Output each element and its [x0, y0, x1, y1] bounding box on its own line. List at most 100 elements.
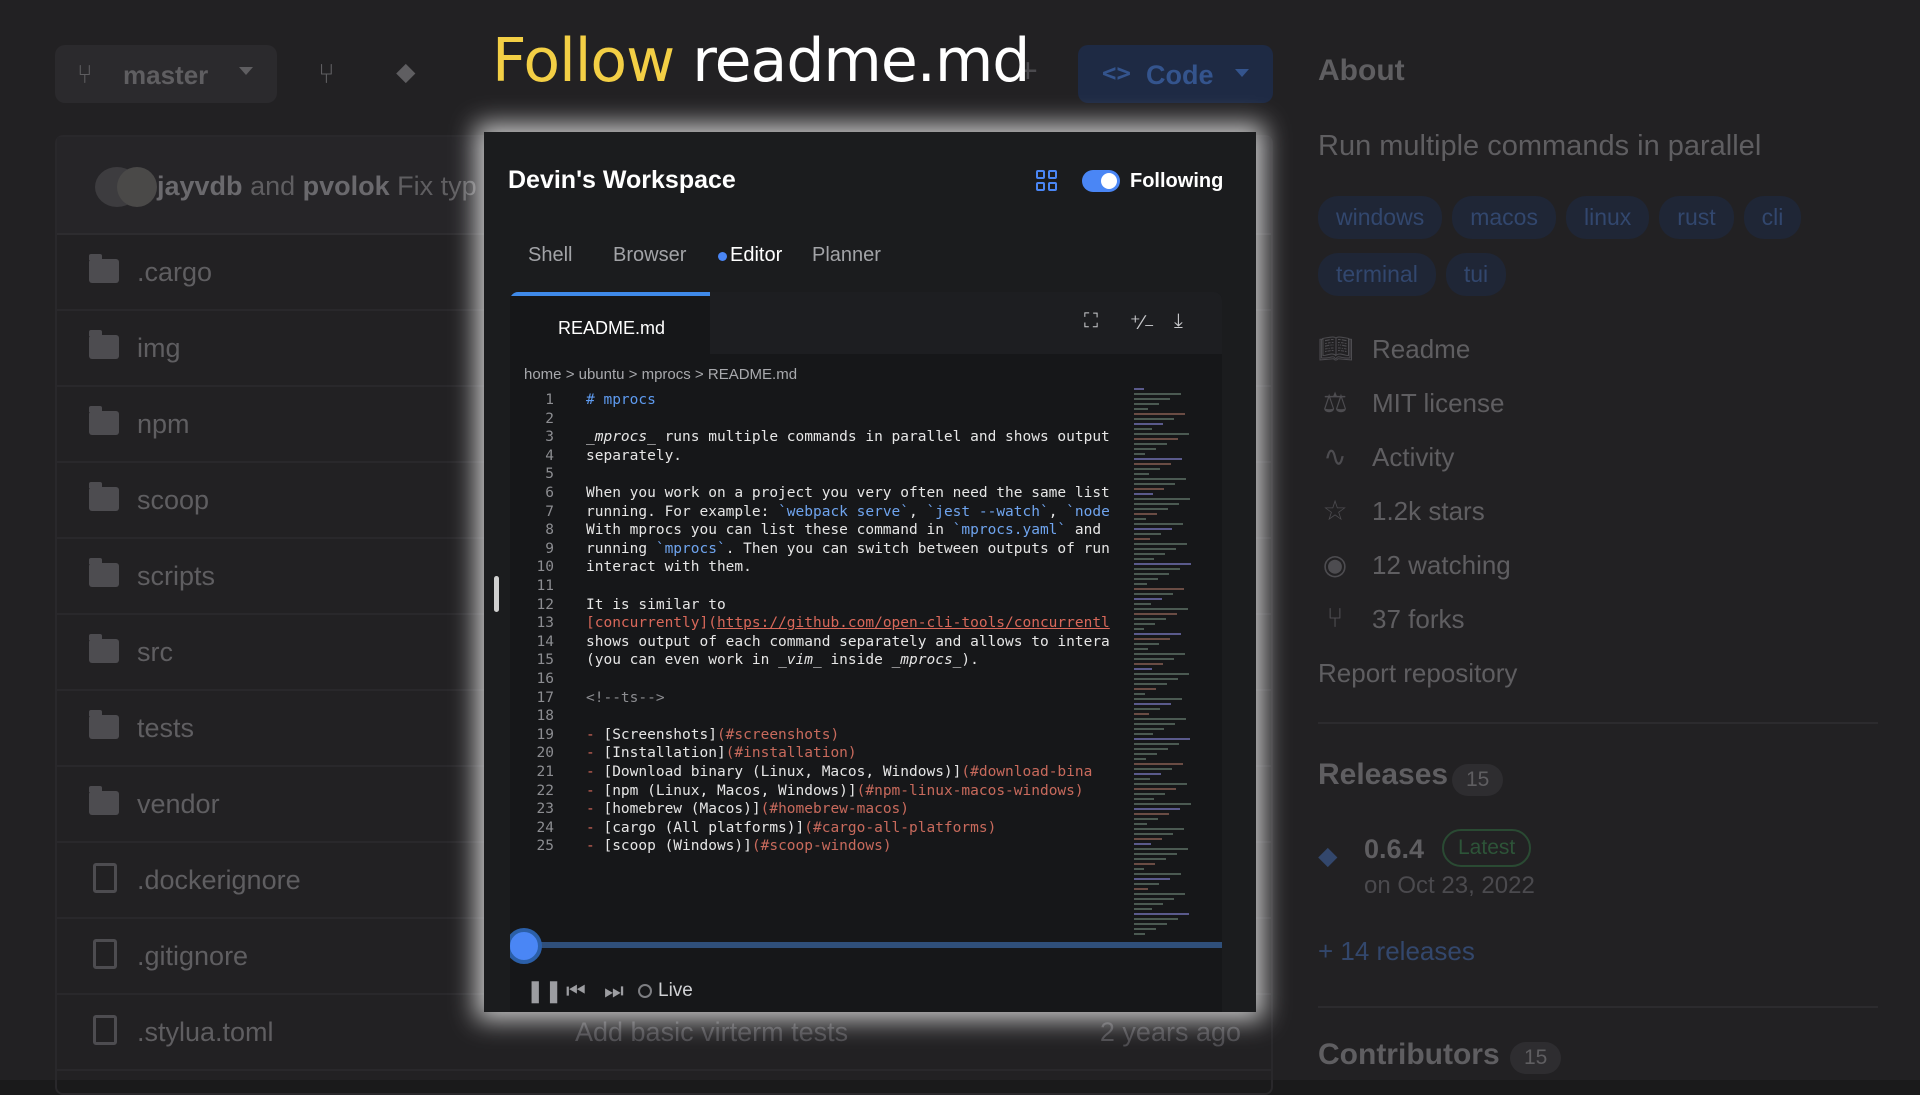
line-number: 11 [536, 578, 554, 594]
playback-timeline[interactable] [510, 942, 1222, 948]
tag-icon[interactable]: ⬥ [396, 56, 416, 89]
tab-shell[interactable]: Shell [528, 244, 572, 267]
minimap-line [1134, 838, 1162, 840]
timeline-handle[interactable] [510, 928, 542, 964]
skip-forward-icon[interactable]: ⏭︎ [604, 978, 624, 1004]
file-name[interactable]: scripts [137, 561, 215, 592]
minimap[interactable] [1134, 388, 1194, 948]
download-icon[interactable]: ⤓ [1174, 310, 1183, 333]
minimap-line [1134, 518, 1146, 520]
branches-icon[interactable]: ⑂ [318, 58, 335, 90]
file-icon [93, 863, 117, 893]
line-number: 25 [536, 838, 554, 855]
minimap-line [1134, 893, 1185, 895]
minimap-line [1134, 873, 1181, 875]
skip-back-icon[interactable]: ⏮︎ [566, 978, 586, 1004]
topic-tag[interactable]: tui [1445, 253, 1507, 296]
minimap-line [1134, 703, 1171, 705]
file-name[interactable]: .gitignore [137, 941, 248, 972]
tab-editor[interactable]: Editor [730, 244, 782, 267]
file-name[interactable]: .cargo [137, 257, 212, 288]
minimap-line [1134, 588, 1184, 590]
line-number: 17 [536, 689, 554, 706]
commit-message[interactable]: Fix typ [397, 171, 477, 201]
topic-tag[interactable]: rust [1659, 196, 1734, 239]
topic-tag[interactable]: macos [1452, 196, 1556, 239]
minimap-line [1134, 738, 1190, 740]
minimap-line [1134, 583, 1147, 585]
following-toggle[interactable] [1082, 170, 1120, 192]
line-number: 12 [536, 596, 554, 613]
editor-tab-bar: README.md ⛶ ⁺∕₋ ⤓ [510, 292, 1222, 354]
minimap-line [1134, 678, 1178, 680]
file-name[interactable]: img [137, 333, 181, 364]
diff-icon[interactable]: ⁺∕₋ [1130, 310, 1154, 335]
minimap-line [1134, 778, 1150, 780]
commit-author[interactable]: pvolok [303, 171, 390, 201]
file-icon [93, 1015, 117, 1045]
report-repository-link[interactable]: Report repository [1318, 658, 1517, 689]
topic-tag[interactable]: cli [1743, 196, 1802, 239]
minimap-line [1134, 523, 1183, 525]
line-content: With mprocs you can list these command i… [586, 522, 1102, 539]
line-number: 4 [545, 447, 554, 464]
tab-planner[interactable]: Planner [812, 244, 881, 267]
file-name[interactable]: .stylua.toml [137, 1017, 274, 1048]
fork-icon: ⑂ [1326, 602, 1344, 633]
line-number: 16 [536, 671, 554, 687]
file-name[interactable]: npm [137, 409, 190, 440]
release-version[interactable]: 0.6.4 [1364, 834, 1424, 865]
resize-handle[interactable] [494, 576, 499, 612]
line-content: # mprocs [586, 392, 656, 408]
topic-tag[interactable]: windows [1318, 196, 1443, 239]
live-label[interactable]: Live [658, 980, 693, 1002]
grid-icon[interactable] [1036, 170, 1058, 192]
contributors-title[interactable]: Contributors [1318, 1038, 1500, 1072]
folder-icon [89, 406, 119, 435]
line-content: - [npm (Linux, Macos, Windows)](#npm-lin… [586, 782, 1084, 799]
commit-author[interactable]: jayvdb [157, 171, 243, 201]
file-name[interactable]: vendor [137, 789, 220, 820]
star-icon: ☆ [1322, 495, 1348, 526]
line-number: 7 [545, 503, 554, 520]
line-number: 2 [545, 410, 554, 427]
breadcrumb: home > ubuntu > mprocs > README.md [524, 366, 798, 383]
topic-tag[interactable]: terminal [1318, 253, 1436, 296]
more-releases-link[interactable]: + 14 releases [1318, 936, 1475, 967]
pause-icon[interactable]: ❚❚ [526, 978, 563, 1004]
line-number: 24 [536, 819, 554, 836]
file-name[interactable]: src [137, 637, 173, 668]
file-name[interactable]: tests [137, 713, 194, 744]
file-name[interactable]: scoop [137, 485, 209, 516]
minimap-line [1134, 533, 1161, 535]
line-content: - [Installation](#installation) [586, 745, 857, 762]
branch-selector[interactable]: ⑂ master [55, 45, 277, 103]
code-button-label: Code [1146, 60, 1214, 90]
minimap-line [1134, 653, 1185, 655]
minimap-line [1134, 868, 1144, 870]
workspace-title: Devin's Workspace [508, 166, 736, 194]
line-content: running `mprocs`. Then you can switch be… [586, 540, 1110, 557]
line-number: 5 [545, 466, 554, 483]
minimap-line [1134, 793, 1165, 795]
minimap-line [1134, 543, 1187, 545]
latest-badge: Latest [1442, 829, 1532, 867]
minimap-line [1134, 693, 1145, 695]
file-name[interactable]: .dockerignore [137, 865, 301, 896]
minimap-line [1134, 598, 1162, 600]
license-label: MIT license [1372, 388, 1505, 418]
scale-icon: ⚖︎ [1322, 387, 1348, 418]
code-area[interactable]: 1 # mprocs 2 3 _mprocs_ runs multiple comman… [510, 388, 1130, 948]
line-content: - [Download binary (Linux, Macos, Window… [586, 764, 1093, 780]
avatar[interactable] [117, 167, 157, 207]
fullscreen-icon[interactable]: ⛶ [1084, 310, 1098, 333]
forks-label: 37 forks [1372, 604, 1465, 634]
topic-tag[interactable]: linux [1565, 196, 1650, 239]
minimap-line [1134, 478, 1186, 480]
editor-file-tab[interactable]: README.md [510, 292, 710, 354]
tab-browser[interactable]: Browser [613, 244, 686, 267]
releases-title[interactable]: Releases [1318, 758, 1448, 792]
minimap-line [1134, 808, 1180, 810]
code-button[interactable]: <> Code [1078, 45, 1273, 103]
file-commit-message[interactable]: Add basic virterm tests [575, 1017, 848, 1048]
